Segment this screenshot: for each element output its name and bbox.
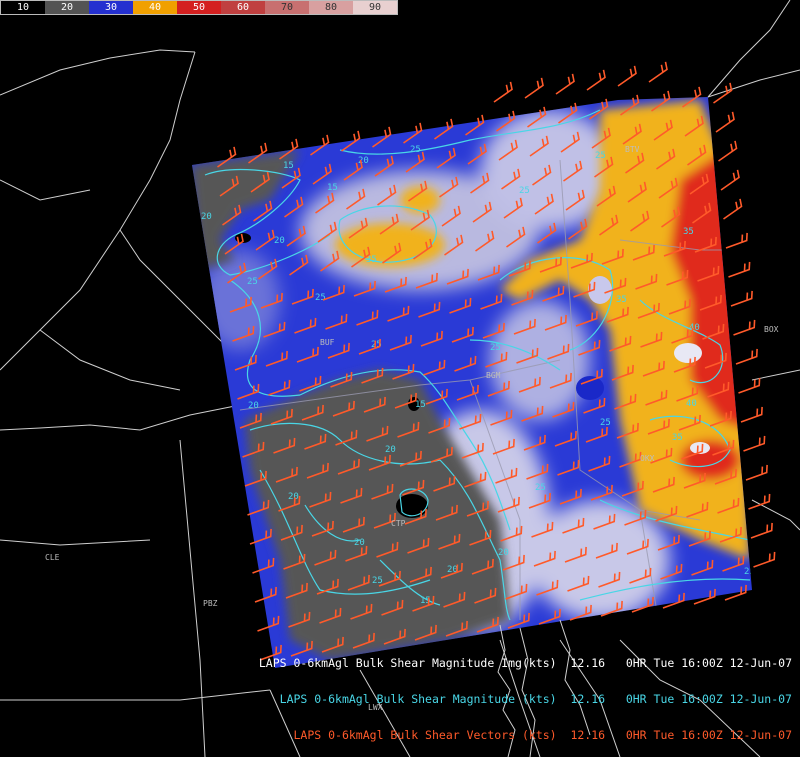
station-okx: OKX <box>640 454 655 463</box>
wind-barb <box>648 61 668 83</box>
svg-text:25: 25 <box>490 343 501 353</box>
svg-text:25: 25 <box>410 145 421 155</box>
product-legend: LAPS 0-6kmAgl Bulk Shear Magnitude Img(k… <box>259 633 792 753</box>
svg-text:20: 20 <box>358 156 369 166</box>
svg-text:25: 25 <box>315 293 326 303</box>
svg-text:25: 25 <box>744 567 755 577</box>
wind-barb <box>524 77 544 99</box>
svg-text:25: 25 <box>247 277 258 287</box>
svg-text:25: 25 <box>519 186 530 196</box>
svg-text:40: 40 <box>686 399 697 409</box>
wind-barb <box>735 348 758 365</box>
svg-text:15: 15 <box>283 161 294 171</box>
svg-text:20: 20 <box>274 236 285 246</box>
svg-text:20: 20 <box>385 445 396 455</box>
wind-barb <box>728 261 751 278</box>
wind-barb <box>738 377 761 394</box>
legend-line-vectors: LAPS 0-6kmAgl Bulk Shear Vectors (kts) 1… <box>293 728 793 742</box>
wind-barb <box>493 81 513 103</box>
wind-barb <box>745 464 768 481</box>
wind-barb <box>733 319 756 336</box>
wind-barb <box>715 111 735 133</box>
wind-barb <box>617 65 637 87</box>
station-ctp: CTP <box>391 519 406 528</box>
svg-text:35: 35 <box>616 295 627 305</box>
wind-barb <box>730 290 753 307</box>
wind-barb <box>720 169 740 191</box>
wind-barb <box>725 232 748 249</box>
wind-barb <box>713 82 733 104</box>
wind-barb <box>750 522 773 539</box>
svg-text:25: 25 <box>595 151 606 161</box>
wind-barb <box>718 140 738 162</box>
station-box: BOX <box>764 325 779 334</box>
wind-barb <box>748 493 771 510</box>
station-bgm: BGM <box>486 371 501 380</box>
wind-barb <box>753 551 776 568</box>
station-buf: BUF <box>320 338 335 347</box>
legend-line-contour: LAPS 0-6kmAgl Bulk Shear Magnitude (kts)… <box>279 692 792 706</box>
wind-barb <box>743 435 766 452</box>
station-btv: BTV <box>625 145 640 154</box>
svg-text:15: 15 <box>327 183 338 193</box>
wind-barb <box>555 73 575 95</box>
station-pbz: PBZ <box>203 599 218 608</box>
svg-text:20: 20 <box>248 401 259 411</box>
svg-text:35: 35 <box>683 227 694 237</box>
wind-barb <box>723 198 743 220</box>
wind-barb <box>740 406 763 423</box>
station-cle: CLE <box>45 553 60 562</box>
svg-text:25: 25 <box>600 418 611 428</box>
svg-text:20: 20 <box>288 492 299 502</box>
svg-text:40: 40 <box>689 323 700 333</box>
svg-text:25: 25 <box>535 483 546 493</box>
wind-barb <box>586 69 606 91</box>
svg-text:20: 20 <box>498 548 509 558</box>
svg-text:20: 20 <box>201 212 212 222</box>
legend-line-image: LAPS 0-6kmAgl Bulk Shear Magnitude Img(k… <box>258 656 792 670</box>
svg-text:20: 20 <box>354 538 365 548</box>
svg-text:35: 35 <box>672 433 683 443</box>
svg-text:15: 15 <box>415 400 426 410</box>
shear-magnitude-field: 15 15 20 20 20 25 25 25 25 25 25 25 35 3… <box>192 97 755 668</box>
